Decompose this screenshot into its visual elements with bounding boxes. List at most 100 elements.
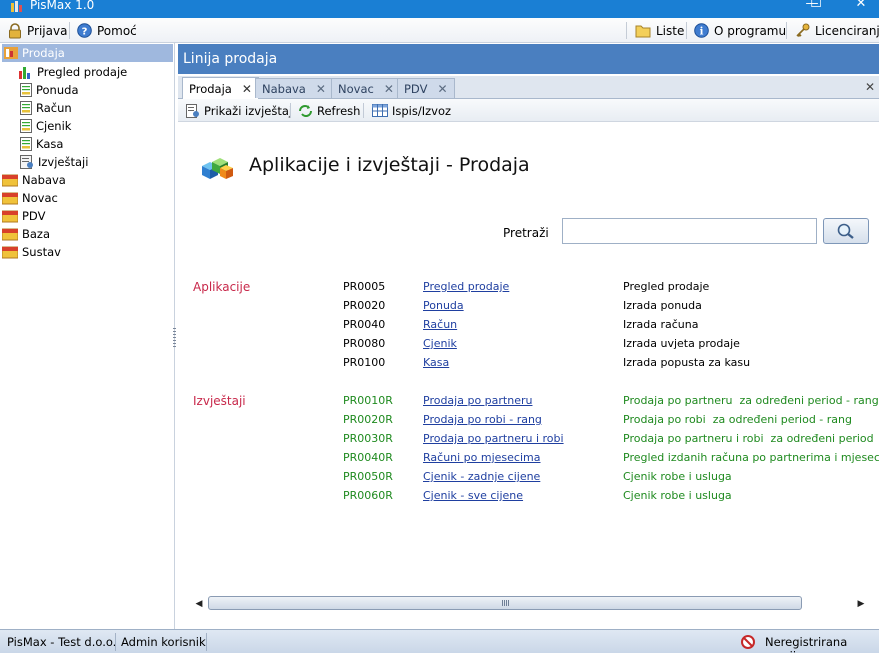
report-link-cjenik-sve-cijene[interactable]: Cjenik - sve cijene: [423, 489, 523, 502]
sidebar-item-label: Račun: [36, 101, 72, 115]
sidebar-item-novac[interactable]: Novac: [2, 189, 58, 207]
toolbar-divider: [290, 103, 291, 118]
status-divider: [206, 633, 207, 651]
sidebar-item-baza[interactable]: Baza: [2, 225, 50, 243]
print-export-button[interactable]: Ispis/Izvoz: [372, 101, 451, 120]
status-license: Neregistrirana verzija: [765, 635, 848, 653]
refresh-icon: [299, 104, 312, 117]
status-bar: PisMax - Test d.o.o. Admin korisnik Nere…: [0, 629, 879, 653]
module-icon: [4, 47, 18, 59]
report-link-racuni-po-mjesecima[interactable]: Računi po mjesecima: [423, 451, 541, 464]
sidebar-item-racun[interactable]: Račun: [20, 99, 72, 117]
app-description: Pregled prodaje: [623, 280, 710, 293]
document-icon: [20, 137, 32, 151]
refresh-button[interactable]: Refresh: [298, 101, 360, 120]
page-title: Aplikacije i izvještaji - Prodaja: [249, 154, 530, 176]
document-icon: [20, 83, 32, 97]
app-link-ponuda[interactable]: Ponuda: [423, 299, 464, 312]
report-icon: [20, 155, 33, 169]
app-link-racun[interactable]: Račun: [423, 318, 457, 331]
app-code: PR0100: [343, 356, 386, 369]
refresh-label: Refresh: [317, 103, 361, 118]
sidebar-item-label: Ponuda: [36, 83, 79, 97]
tab-label: Nabava: [262, 81, 306, 96]
scroll-left-icon[interactable]: ◀: [193, 598, 205, 610]
chart-icon: [19, 67, 30, 79]
app-description: Izrada računa: [623, 318, 699, 331]
show-report-button[interactable]: Prikaži izvještaj: [186, 101, 292, 120]
report-description: Pregled izdanih računa po partnerima i m…: [623, 451, 879, 464]
sidebar-item-pregled-prodaje[interactable]: Pregled prodaje: [18, 63, 127, 81]
show-report-label: Prikaži izvještaj: [204, 103, 293, 118]
report-description: Cjenik robe i usluga: [623, 489, 732, 502]
sidebar-item-prodaja[interactable]: Prodaja: [2, 44, 173, 62]
tab-novac[interactable]: Novac ✕: [331, 78, 401, 98]
sidebar-item-label: Kasa: [36, 137, 64, 151]
sidebar-item-sustav[interactable]: Sustav: [2, 243, 61, 261]
tab-pdv[interactable]: PDV ✕: [397, 78, 455, 98]
close-button[interactable]: ✕: [846, 0, 876, 11]
sidebar-item-cjenik[interactable]: Cjenik: [20, 117, 71, 135]
maximize-button[interactable]: ☐: [801, 0, 831, 11]
table-icon: [372, 104, 388, 117]
close-icon[interactable]: ✕: [384, 82, 394, 96]
menu-liste[interactable]: Liste: [635, 21, 684, 40]
report-link-cjenik-zadnje-cijene[interactable]: Cjenik - zadnje cijene: [423, 470, 540, 483]
report-code: PR0020R: [343, 413, 393, 426]
sidebar-item-label: Baza: [22, 227, 51, 241]
report-link-prodaja-po-partneru[interactable]: Prodaja po partneru: [423, 394, 532, 407]
menu-o-programu[interactable]: i O programu: [694, 21, 786, 40]
app-description: Izrada ponuda: [623, 299, 702, 312]
horizontal-scrollbar[interactable]: ◀ ▶: [193, 595, 869, 612]
close-all-icon[interactable]: ✕: [865, 80, 875, 94]
report-code: PR0040R: [343, 451, 393, 464]
splitter-handle[interactable]: [173, 328, 176, 348]
sidebar-item-ponuda[interactable]: Ponuda: [20, 81, 79, 99]
search-input[interactable]: [562, 218, 817, 244]
close-icon[interactable]: ✕: [437, 82, 447, 96]
module-icon: [2, 228, 18, 241]
tab-prodaja[interactable]: Prodaja ✕: [182, 77, 259, 99]
report-description: Prodaja po robi za određeni period - ran…: [623, 413, 852, 426]
sidebar-item-kasa[interactable]: Kasa: [20, 135, 63, 153]
scrollbar-thumb[interactable]: [208, 596, 802, 610]
app-link-pregled-prodaje[interactable]: Pregled prodaje: [423, 280, 509, 293]
tab-label: PDV: [404, 81, 428, 96]
applications-label: Aplikacije: [193, 280, 251, 294]
toolbar-divider: [363, 103, 364, 118]
info-icon: i: [694, 23, 709, 38]
menu-divider: [69, 22, 70, 39]
sidebar-item-label: Prodaja: [22, 46, 65, 60]
status-divider: [115, 633, 116, 651]
scroll-right-icon[interactable]: ▶: [855, 598, 867, 610]
tab-nabava[interactable]: Nabava ✕: [255, 78, 333, 98]
sidebar-tree: Prodaja Pregled prodaje Ponuda Račun Cje…: [0, 43, 175, 629]
report-link-prodaja-po-robi[interactable]: Prodaja po robi - rang: [423, 413, 542, 426]
title-bar: PisMax 1.0 — ☐ ✕: [0, 0, 879, 18]
panel-header: Linija prodaja: [178, 44, 879, 74]
menu-prijava[interactable]: Prijava: [8, 21, 67, 40]
report-description: Cjenik robe i usluga: [623, 470, 732, 483]
report-code: PR0060R: [343, 489, 393, 502]
app-link-cjenik[interactable]: Cjenik: [423, 337, 457, 350]
sidebar-item-pdv[interactable]: PDV: [2, 207, 45, 225]
module-icon: [2, 174, 18, 187]
search-button[interactable]: [823, 218, 869, 244]
content-area: Aplikacije i izvještaji - Prodaja Pretra…: [178, 122, 879, 629]
menu-licenciranje[interactable]: Licenciranje: [795, 21, 879, 40]
menu-divider: [786, 22, 787, 39]
module-icon: [2, 192, 18, 205]
sidebar-item-label: Novac: [22, 191, 58, 205]
close-icon[interactable]: ✕: [242, 82, 252, 96]
close-icon[interactable]: ✕: [316, 82, 326, 96]
main-panel: Linija prodaja Prodaja ✕ Nabava ✕ Novac …: [178, 44, 879, 629]
sidebar-item-label: Nabava: [22, 173, 66, 187]
report-link-prodaja-po-partneru-i-robi[interactable]: Prodaja po partneru i robi: [423, 432, 564, 445]
menu-divider: [626, 22, 627, 39]
sidebar-item-label: Izvještaji: [38, 155, 89, 169]
menu-pomoc[interactable]: ? Pomoć: [77, 21, 137, 40]
sidebar-item-nabava[interactable]: Nabava: [2, 171, 66, 189]
toolbar: Prikaži izvještaj Refresh Ispis/Izvoz: [178, 99, 879, 122]
app-link-kasa[interactable]: Kasa: [423, 356, 449, 369]
sidebar-item-izvjestaji[interactable]: Izvještaji: [20, 153, 88, 171]
